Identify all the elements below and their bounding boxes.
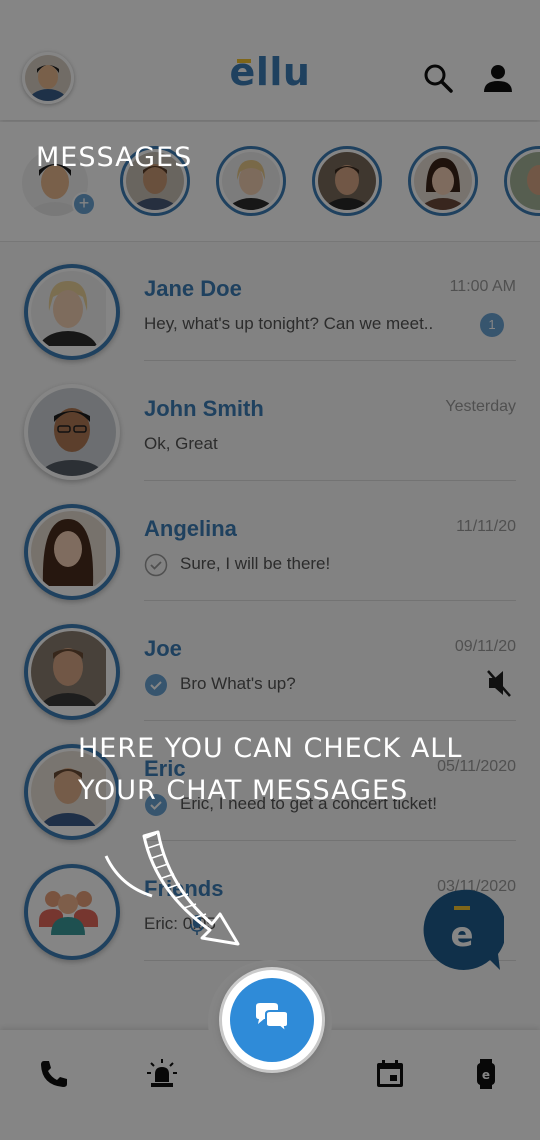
add-story-button[interactable]: + <box>72 192 96 216</box>
tutorial-hint: HERE YOU CAN CHECK ALL YOUR CHAT MESSAGE… <box>78 733 463 806</box>
message-preview: Bro What's up? <box>180 674 296 693</box>
contact-avatar <box>24 624 120 720</box>
phone-icon[interactable] <box>38 1058 70 1090</box>
message-preview: Ok, Great <box>144 434 218 453</box>
logo-accent <box>237 59 251 63</box>
mute-icon <box>487 670 511 697</box>
chat-item[interactable]: Jane Doe 11:00 AM Hey, what's up tonight… <box>0 240 540 361</box>
contact-name: Angelina <box>144 516 237 541</box>
app-screen: ellu + Jane Doe 11:00 AM Hey, what's up … <box>0 0 540 1140</box>
alarm-light-icon[interactable] <box>146 1058 178 1090</box>
chat-item[interactable]: Angelina 11/11/20 Sure, I will be there! <box>0 480 540 601</box>
svg-text:e: e <box>450 915 473 955</box>
watch-icon[interactable]: e <box>470 1058 502 1090</box>
stories-row: + <box>0 122 540 242</box>
message-preview: Sure, I will be there! <box>180 554 331 573</box>
arrow-icon <box>104 830 240 946</box>
app-logo: ellu <box>229 50 311 94</box>
read-check-icon <box>145 674 167 696</box>
story-avatar[interactable] <box>216 146 286 216</box>
message-time: Yesterday <box>445 398 516 415</box>
message-time: 09/11/20 <box>454 638 516 655</box>
app-header: ellu <box>0 0 540 120</box>
read-check-icon <box>144 553 168 577</box>
tutorial-title: MESSAGES <box>36 142 193 173</box>
ellu-chat-button[interactable]: e <box>420 888 504 972</box>
message-preview: Hey, what's up tonight? Can we meet.. <box>144 314 434 333</box>
chat-bubbles-icon <box>256 1003 289 1035</box>
contact-avatar <box>24 504 120 600</box>
calendar-icon[interactable] <box>374 1058 406 1090</box>
contact-name: John Smith <box>144 396 264 421</box>
contact-name: Jane Doe <box>144 276 242 301</box>
chat-item[interactable]: John Smith Yesterday Ok, Great <box>0 360 540 481</box>
message-time: 11/11/20 <box>456 518 516 535</box>
unread-badge: 1 <box>480 313 504 337</box>
contact-avatar <box>24 384 120 480</box>
svg-text:e: e <box>482 1068 490 1082</box>
highlighted-chats-button[interactable] <box>222 970 322 1070</box>
story-avatar[interactable] <box>312 146 382 216</box>
chat-item[interactable]: Joe 09/11/20 Bro What's up? <box>0 600 540 721</box>
contact-avatar <box>24 264 120 360</box>
story-avatar[interactable] <box>504 146 540 216</box>
person-icon[interactable] <box>482 62 514 94</box>
contact-name: Joe <box>144 636 182 661</box>
message-time: 11:00 AM <box>449 278 516 295</box>
search-icon[interactable] <box>422 62 454 94</box>
story-avatar[interactable] <box>408 146 478 216</box>
